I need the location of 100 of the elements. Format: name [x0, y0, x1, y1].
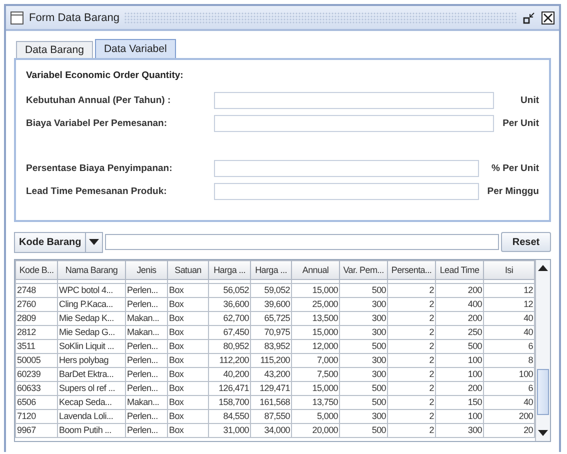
- column-header[interactable]: Jenis: [126, 260, 168, 280]
- table-cell: Box: [168, 382, 208, 396]
- table-cell: 100: [436, 354, 484, 368]
- table-cell: 300: [340, 312, 388, 326]
- table-cell: 100: [436, 410, 484, 424]
- column-header[interactable]: Satuan: [168, 260, 208, 280]
- input-field[interactable]: [214, 92, 494, 109]
- table-cell: Boom Putih ...: [58, 424, 126, 438]
- table-cell: Perlen...: [126, 424, 168, 438]
- table-cell: 2: [388, 298, 436, 312]
- table-cell: 2809: [16, 312, 58, 326]
- table-cell: 500: [436, 340, 484, 354]
- table-cell: 84,550: [208, 410, 250, 424]
- unit-label: Unit: [520, 95, 539, 106]
- table-cell: 25,000: [292, 298, 340, 312]
- table-cell: 300: [436, 424, 484, 438]
- table-cell: 2: [388, 424, 436, 438]
- table-cell: 7,500: [292, 368, 340, 382]
- table-cell: BarDet Ektra...: [58, 368, 126, 382]
- table-cell: 100: [436, 368, 484, 382]
- table-cell: 200: [436, 382, 484, 396]
- input-field[interactable]: [214, 115, 494, 132]
- table-cell: 2: [388, 354, 436, 368]
- table-cell: 2760: [16, 298, 58, 312]
- table-cell: 158,700: [208, 396, 250, 410]
- table-cell: Box: [168, 298, 208, 312]
- table-cell: 67,450: [208, 326, 250, 340]
- table-cell: Kecap Seda...: [58, 396, 126, 410]
- table-cell: 50005: [16, 354, 58, 368]
- close-icon[interactable]: [541, 10, 555, 24]
- table-cell: 161,568: [250, 396, 292, 410]
- table-cell: 2: [388, 312, 436, 326]
- table-cell: 2: [388, 284, 436, 298]
- table-cell: 300: [340, 298, 388, 312]
- field-label: Biaya Variabel Per Pemesanan:: [26, 118, 168, 129]
- scroll-up-icon[interactable]: [538, 265, 548, 271]
- column-header[interactable]: Nama Barang: [58, 260, 126, 280]
- table-cell: 36,600: [208, 298, 250, 312]
- table-cell: Mie Sedap K...: [58, 312, 126, 326]
- table-cell: 83,952: [250, 340, 292, 354]
- column-dropdown[interactable]: Kode Barang: [14, 232, 104, 252]
- tab[interactable]: Data Barang: [16, 41, 93, 58]
- table-cell: Makan...: [126, 312, 168, 326]
- table-cell: Box: [168, 284, 208, 298]
- scroll-thumb[interactable]: [537, 369, 549, 415]
- table-cell: 13,500: [292, 312, 340, 326]
- column-header[interactable]: Persenta...: [388, 260, 436, 280]
- table-cell: Makan...: [126, 396, 168, 410]
- table-cell: Perlen...: [126, 382, 168, 396]
- reset-button[interactable]: Reset: [501, 232, 551, 252]
- table-cell: 39,600: [250, 298, 292, 312]
- scroll-down-icon[interactable]: [538, 430, 548, 436]
- column-header[interactable]: Annual: [292, 260, 340, 280]
- unit-label: % Per Unit: [490, 163, 539, 174]
- table-cell: 200: [436, 312, 484, 326]
- table-cell: Lavenda Loli...: [58, 410, 126, 424]
- table-cell: 7,000: [292, 354, 340, 368]
- table-cell: 9967: [16, 424, 58, 438]
- table-cell: 2: [388, 326, 436, 340]
- table-cell: 15,000: [292, 326, 340, 340]
- table-cell: Perlen...: [126, 284, 168, 298]
- table-cell: 59,052: [250, 284, 292, 298]
- tab[interactable]: Data Variabel: [94, 39, 176, 58]
- table-cell: Box: [168, 312, 208, 326]
- table-cell: 2812: [16, 326, 58, 340]
- table-cell: 31,000: [208, 424, 250, 438]
- search-field[interactable]: [105, 234, 499, 250]
- column-header[interactable]: Lead Time: [436, 260, 484, 280]
- scrollbar[interactable]: [535, 260, 550, 441]
- table-cell: 87,550: [250, 410, 292, 424]
- table-cell: Box: [168, 410, 208, 424]
- table-cell: Box: [168, 354, 208, 368]
- table-cell: 43,200: [250, 368, 292, 382]
- table-cell: 70,975: [250, 326, 292, 340]
- table-cell: 2: [388, 368, 436, 382]
- table-cell: 60239: [16, 368, 58, 382]
- column-header[interactable]: Kode B...: [16, 260, 58, 280]
- column-header[interactable]: Harga ...: [250, 260, 292, 280]
- column-header[interactable]: Harga ...: [208, 260, 250, 280]
- table-cell: 500: [340, 382, 388, 396]
- table-cell: 500: [340, 424, 388, 438]
- table-cell: Perlen...: [126, 368, 168, 382]
- table-cell: Box: [168, 396, 208, 410]
- table-cell: 150: [436, 396, 484, 410]
- table-cell: 7120: [16, 410, 58, 424]
- table-cell: 15,000: [292, 382, 340, 396]
- restore-icon[interactable]: [522, 10, 536, 24]
- table-cell: 80,952: [208, 340, 250, 354]
- table-cell: Box: [168, 424, 208, 438]
- table-cell: 2: [388, 340, 436, 354]
- table-cell: 500: [340, 340, 388, 354]
- table-cell: 5,000: [292, 410, 340, 424]
- input-field[interactable]: [214, 160, 479, 177]
- table-cell: 13,750: [292, 396, 340, 410]
- unit-label: Per Unit: [502, 118, 539, 129]
- table-cell: 500: [340, 396, 388, 410]
- input-field[interactable]: [214, 183, 479, 200]
- table-cell: Supers ol ref ...: [58, 382, 126, 396]
- column-header[interactable]: Isi: [484, 260, 534, 280]
- column-header[interactable]: Var. Pem...: [340, 260, 388, 280]
